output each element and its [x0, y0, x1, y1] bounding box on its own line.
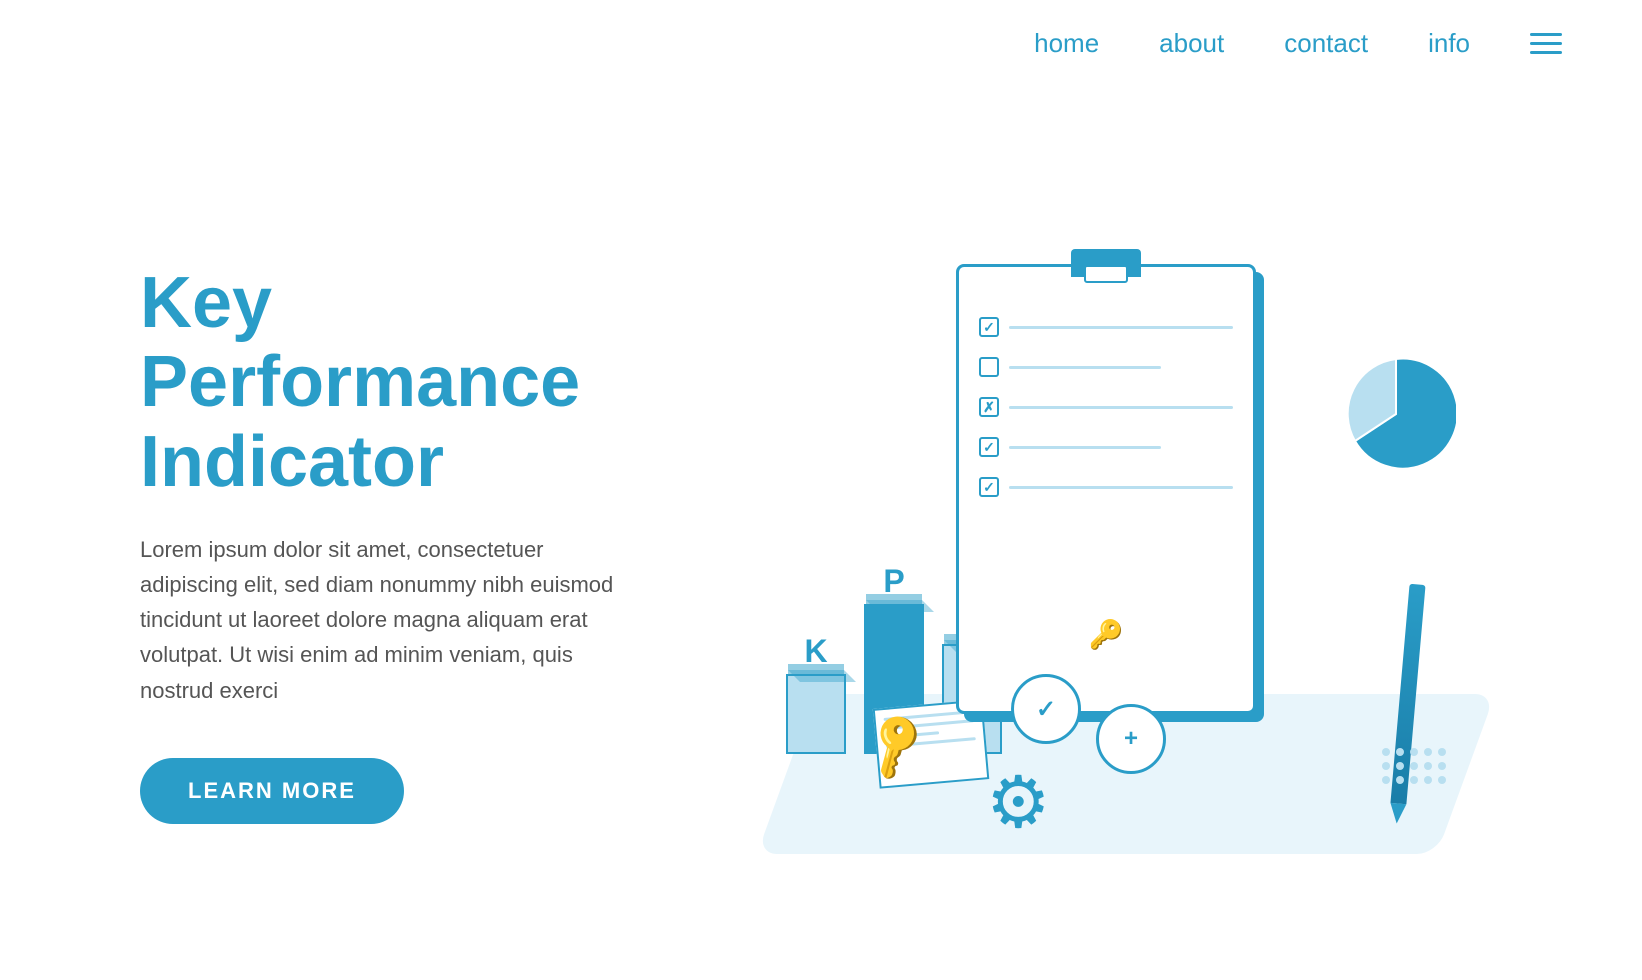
check-line-2 — [1009, 366, 1161, 369]
checkbox-4 — [979, 437, 999, 457]
clipboard-clip — [1071, 249, 1141, 277]
dot-8 — [1410, 762, 1418, 770]
dot-10 — [1438, 762, 1446, 770]
circle-plus-icon: + — [1096, 704, 1166, 774]
dot-5 — [1438, 748, 1446, 756]
hamburger-menu-icon[interactable] — [1530, 33, 1562, 54]
checklist-row-4 — [979, 437, 1233, 457]
pie-chart — [1336, 354, 1456, 474]
hero-title: Key Performance Indicator — [140, 264, 660, 502]
checkbox-5 — [979, 477, 999, 497]
hero-illustration: K P I 🔑 — [660, 184, 1542, 884]
dot-11 — [1382, 776, 1390, 784]
dot-9 — [1424, 762, 1432, 770]
nav-info[interactable]: info — [1428, 28, 1470, 59]
checkbox-1 — [979, 317, 999, 337]
checklist-row-3 — [979, 397, 1233, 417]
bar-k: K — [786, 633, 846, 754]
circle-check-icon: ✓ — [1011, 674, 1081, 744]
kpi-illustration: K P I 🔑 — [726, 234, 1476, 884]
checklist-row-5 — [979, 477, 1233, 497]
clipboard-body: 🔑 — [956, 264, 1256, 714]
dot-1 — [1382, 748, 1390, 756]
dot-14 — [1424, 776, 1432, 784]
bar-block-k — [786, 674, 846, 754]
dot-7 — [1396, 762, 1404, 770]
check-line-3 — [1009, 406, 1233, 409]
dot-4 — [1424, 748, 1432, 756]
nav-about[interactable]: about — [1159, 28, 1224, 59]
navbar: home about contact info — [0, 0, 1642, 59]
main-content: Key Performance Indicator Lorem ipsum do… — [0, 59, 1642, 949]
dot-12 — [1396, 776, 1404, 784]
dot-6 — [1382, 762, 1390, 770]
gear-icon: ⚙ — [986, 760, 1051, 844]
checklist-row-2 — [979, 357, 1233, 377]
checkbox-3 — [979, 397, 999, 417]
nav-contact[interactable]: contact — [1284, 28, 1368, 59]
dot-13 — [1410, 776, 1418, 784]
dot-15 — [1438, 776, 1446, 784]
check-line-1 — [1009, 326, 1233, 329]
checklist-row-1 — [979, 317, 1233, 337]
key-lock-icon: 🔑 — [1089, 618, 1124, 651]
clipboard: 🔑 — [956, 264, 1296, 744]
check-line-4 — [1009, 446, 1161, 449]
checkbox-2 — [979, 357, 999, 377]
learn-more-button[interactable]: LEARN MORE — [140, 758, 404, 824]
nav-home[interactable]: home — [1034, 28, 1099, 59]
check-line-5 — [1009, 486, 1233, 489]
dots-grid — [1382, 748, 1446, 784]
dot-2 — [1396, 748, 1404, 756]
dot-3 — [1410, 748, 1418, 756]
hero-left: Key Performance Indicator Lorem ipsum do… — [140, 244, 660, 824]
hero-description: Lorem ipsum dolor sit amet, consectetuer… — [140, 532, 620, 708]
